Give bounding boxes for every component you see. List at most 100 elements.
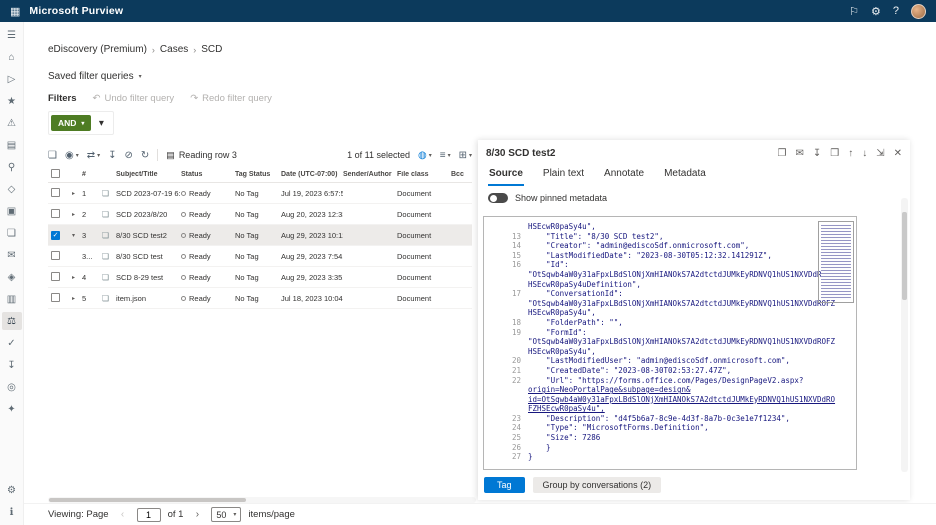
filters-row: Filters ↶ Undo filter query ↷ Redo filte… — [48, 93, 272, 104]
user-avatar[interactable] — [911, 3, 926, 19]
show-pinned-metadata-toggle[interactable] — [488, 193, 508, 203]
row-expand-chevron[interactable]: ▾ — [68, 232, 82, 239]
row-expand-chevron[interactable]: ▸ — [68, 274, 82, 281]
breadcrumb-item[interactable]: eDiscovery (Premium) — [48, 44, 147, 55]
row-expand-chevron[interactable]: ▸ — [68, 295, 82, 302]
json-link-text[interactable]: id=OtSqwb4aW0y31aFpxLBdSlONjXmHIANOkS7A2… — [528, 395, 835, 405]
row-checkbox[interactable] — [51, 292, 60, 302]
cell-file-class: Document — [397, 209, 432, 219]
summary-report-icon[interactable]: ❏ — [48, 150, 57, 161]
items-per-page-select[interactable]: 50 ▾ — [211, 507, 242, 522]
tab-metadata[interactable]: Metadata — [663, 165, 707, 186]
home-icon[interactable]: ⌂ — [2, 48, 22, 66]
download-document-icon[interactable]: ↧ — [813, 148, 821, 159]
panel-tabs: Source Plain text Annotate Metadata — [478, 163, 910, 186]
email-view-icon[interactable]: ✉ — [795, 148, 803, 159]
people-icon[interactable]: ◎ — [2, 378, 22, 396]
row-checkbox[interactable] — [51, 271, 60, 281]
status-dot-icon — [181, 212, 186, 218]
tab-plain-text[interactable]: Plain text — [542, 165, 585, 186]
cases-icon[interactable]: ▣ — [2, 202, 22, 220]
permissions-icon[interactable]: ✦ — [2, 400, 22, 418]
table-row[interactable]: ✓ ▾ 3 ❏ 8/30 SCD test2 Ready No Tag Aug 29, 202… — [48, 225, 472, 246]
policies-icon[interactable]: ◇ — [2, 180, 22, 198]
saved-filter-queries[interactable]: Saved filter queries ▾ — [48, 71, 142, 82]
redo-filter-button[interactable]: ↷ Redo filter query — [190, 93, 272, 104]
group-by-conversations-button[interactable]: Group by conversations (2) — [532, 477, 662, 493]
row-expand-chevron[interactable]: ▸ — [68, 190, 82, 197]
select-all-checkbox[interactable] — [51, 168, 60, 178]
next-page-button[interactable]: › — [190, 508, 204, 522]
help-icon[interactable]: ? — [893, 5, 899, 17]
panel-scrollbar-thumb[interactable] — [902, 212, 907, 300]
row-expand-chevron[interactable]: ▸ — [68, 211, 82, 218]
review-set-options-button[interactable]: ◍ ▾ — [418, 150, 432, 161]
next-document-icon[interactable]: ↓ — [862, 148, 867, 159]
announcements-icon[interactable]: ⚐ — [849, 5, 859, 18]
favorites-icon[interactable]: ★ — [2, 92, 22, 110]
json-link-text[interactable]: origin=NeoPortalPage&subpage=design& — [528, 385, 691, 395]
menu-icon[interactable]: ☰ — [2, 26, 22, 44]
actions-icon[interactable]: ▷ — [2, 70, 22, 88]
row-checkbox[interactable] — [51, 187, 60, 197]
open-file-icon[interactable]: ❐ — [778, 148, 787, 159]
close-panel-icon[interactable]: ✕ — [894, 148, 902, 159]
app-launcher-icon[interactable]: ▦ — [10, 5, 20, 18]
column-options-button[interactable]: ⇄ ▾ — [87, 150, 100, 161]
mail-icon[interactable]: ✉ — [2, 246, 22, 264]
expand-panel-icon[interactable]: ⇲ — [876, 148, 884, 159]
json-text: } — [528, 452, 533, 462]
tag-button[interactable]: Tag — [484, 477, 525, 493]
chevron-down-icon: ▾ — [81, 120, 85, 127]
content-icon[interactable]: ❏ — [2, 224, 22, 242]
table-row[interactable]: 3... ❏ 8/30 SCD test Ready No Tag Aug 29, 202… — [48, 246, 472, 267]
chevron-down-icon: ▾ — [428, 152, 432, 159]
minimap[interactable] — [818, 221, 854, 303]
tab-annotate[interactable]: Annotate — [603, 165, 645, 186]
horizontal-scrollbar-thumb[interactable] — [49, 498, 246, 502]
info-icon[interactable]: ℹ — [2, 503, 22, 521]
settings-icon[interactable]: ⚙ — [2, 481, 22, 499]
search-icon[interactable]: ⚲ — [2, 158, 22, 176]
audit-icon[interactable]: ✓ — [2, 334, 22, 352]
layout-options-button[interactable]: ⊞ ▾ — [459, 150, 472, 161]
print-icon[interactable]: ❒ — [830, 148, 839, 159]
json-link-text[interactable]: FZHSEcwR0paSy4u", — [528, 404, 605, 414]
filter-more-chevron[interactable]: ▾ — [91, 118, 111, 129]
page-number-input[interactable] — [136, 507, 161, 522]
previous-page-button[interactable]: ‹ — [116, 508, 130, 522]
chevron-down-icon: ▾ — [233, 512, 237, 518]
row-checkbox[interactable] — [51, 250, 60, 260]
table-row[interactable]: ▸1 ❏ SCD 2023-07-19 6:5...ReadyNo Tag Jul 1… — [48, 183, 472, 204]
undo-filter-button[interactable]: ↶ Undo filter query — [93, 93, 175, 104]
cell-subject: SCD 2023/8/20 — [116, 209, 168, 219]
clear-filters-icon[interactable]: ⊘ — [125, 150, 133, 161]
view-options-button[interactable]: ≡ ▾ — [440, 150, 451, 161]
data-icon[interactable]: ▥ — [2, 290, 22, 308]
table-row[interactable]: ▸ 4 ❏ SCD 8-29 test Ready No Tag Aug 29, 2023 … — [48, 267, 472, 288]
preview-options-button[interactable]: ◉ ▾ — [65, 150, 79, 161]
row-checkbox[interactable]: ✓ — [51, 231, 60, 240]
panel-scrollbar[interactable] — [901, 198, 908, 472]
breadcrumb-item[interactable]: SCD — [201, 44, 222, 55]
communications-icon[interactable]: ◈ — [2, 268, 22, 286]
breadcrumb-item[interactable]: Cases — [160, 44, 188, 55]
ediscovery-icon[interactable]: ⚖ — [1, 312, 22, 330]
export-icon[interactable]: ↧ — [2, 356, 22, 374]
table-row[interactable]: ▸ 2 ❏ SCD 2023/8/20 Ready No Tag Aug 20, 2023 … — [48, 204, 472, 225]
settings-gear-icon[interactable]: ⚙ — [871, 5, 881, 18]
alerts-icon[interactable]: ⚠ — [2, 114, 22, 132]
refresh-icon[interactable]: ↻ — [141, 150, 149, 161]
previous-document-icon[interactable]: ↑ — [848, 148, 853, 159]
and-operator-button[interactable]: AND ▾ — [51, 115, 92, 131]
table-row[interactable]: ▸ 5 ❏ item.json Ready No Tag Jul 18, 2023 10:0… — [48, 288, 472, 309]
status-dot-icon — [181, 191, 186, 197]
reports-icon[interactable]: ▤ — [2, 136, 22, 154]
download-icon[interactable]: ↧ — [108, 150, 116, 161]
column-header: # — [82, 170, 86, 178]
cell-file-class: Document — [397, 230, 432, 240]
row-checkbox[interactable] — [51, 208, 60, 218]
json-text: "LastModifiedDate": "2023-08-30T05:12:32… — [528, 250, 772, 260]
page-count-label: of 1 — [167, 509, 184, 520]
tab-source[interactable]: Source — [488, 165, 524, 186]
